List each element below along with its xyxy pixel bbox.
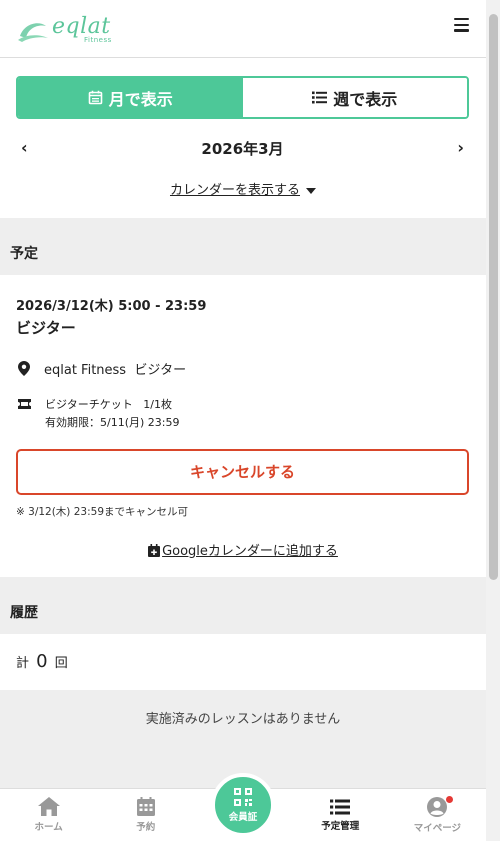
month-view-label: 月で表示 [108, 89, 173, 109]
scrollbar[interactable] [486, 0, 500, 841]
count-prefix: 計 [16, 656, 30, 671]
show-calendar-link[interactable]: カレンダーを表示する [170, 183, 300, 198]
map-pin-icon [18, 361, 30, 376]
ticket-name: ビジターチケット [45, 398, 133, 411]
next-month-chevron-icon[interactable]: › [457, 138, 464, 157]
nav-mypage[interactable]: マイページ [389, 789, 486, 841]
nav-home-label: ホーム [34, 822, 63, 833]
logo-swirl-icon [18, 23, 48, 42]
schedule-event-card: 2026/3/12(木) 5:00 - 23:59 ビジター eqlat Fit… [0, 275, 486, 577]
event-ticket: ビジターチケット 1/1枚 有効期限：5/11(月) 23:59 [18, 396, 179, 432]
header: eqlat Fitness [0, 0, 486, 58]
logo[interactable]: eqlat Fitness [16, 12, 116, 46]
qr-code-icon [234, 787, 252, 806]
current-month-label: 2026年3月 [201, 140, 284, 158]
nav-schedule-label: 予定管理 [321, 820, 360, 832]
notification-dot [445, 796, 453, 803]
history-section-header: 履歴 [0, 577, 486, 634]
cancel-deadline-note: ※ 3/12(木) 23:59までキャンセル可 [16, 506, 189, 518]
list-icon [312, 91, 328, 104]
nav-schedule[interactable]: 予定管理 [292, 789, 389, 841]
google-calendar-link[interactable]: Googleカレンダーに追加する [162, 544, 338, 559]
view-toggle: 月で表示 週で表示 [16, 76, 469, 119]
calendar-icon [88, 90, 103, 105]
member-card-label: 会員証 [228, 811, 258, 823]
nav-home[interactable]: ホーム [0, 789, 97, 841]
week-view-button[interactable]: 週で表示 [242, 78, 467, 117]
month-view-button[interactable]: 月で表示 [18, 78, 243, 117]
ticket-line: ビジターチケット 1/1枚 [45, 396, 179, 414]
nav-reserve-label: 予約 [136, 822, 156, 833]
page: eqlat Fitness 月で表示 週で表示 ‹ 2026年3月 › カレンダ… [0, 0, 500, 841]
location-name: eqlat Fitness ビジター [44, 363, 187, 378]
nav-reserve[interactable]: 予約 [97, 789, 194, 841]
ticket-icon [18, 399, 31, 409]
member-card-button[interactable]: 会員証 [211, 773, 275, 837]
nav-mypage-label: マイページ [413, 822, 462, 834]
count-suffix: 回 [54, 656, 68, 671]
logo-subtext: Fitness [84, 36, 112, 44]
caret-down-icon [306, 187, 316, 194]
event-datetime: 2026/3/12(木) 5:00 - 23:59 [16, 299, 207, 314]
nav-member-card-slot: 会員証 [194, 773, 291, 841]
calendar-plus-icon [148, 544, 161, 557]
bottom-navigation: ホーム 予約 会員証 予定管理 マイページ [0, 773, 486, 841]
event-title: ビジター [16, 319, 76, 337]
count-value: 0 [36, 651, 48, 672]
schedule-section-header: 予定 [0, 218, 486, 275]
ticket-expiry: 有効期限：5/11(月) 23:59 [45, 416, 180, 429]
event-location: eqlat Fitness ビジター [18, 359, 186, 378]
ticket-count: 1/1枚 [143, 398, 172, 411]
scrollbar-thumb[interactable] [489, 14, 498, 580]
cancel-button[interactable]: キャンセルする [16, 449, 469, 495]
ticket-details: ビジターチケット 1/1枚 有効期限：5/11(月) 23:59 [45, 396, 179, 432]
hamburger-menu-icon[interactable] [454, 18, 472, 34]
week-view-label: 週で表示 [333, 89, 398, 109]
calendar-grid-icon [136, 797, 155, 816]
month-navigation: ‹ 2026年3月 › [16, 136, 469, 162]
home-icon [37, 797, 60, 816]
history-count: 計 0 回 [0, 634, 486, 690]
google-calendar-add[interactable]: Googleカレンダーに追加する [0, 540, 486, 559]
show-calendar-toggle[interactable]: カレンダーを表示する [0, 179, 486, 198]
list-icon [330, 799, 351, 814]
user-avatar-icon [427, 796, 448, 817]
